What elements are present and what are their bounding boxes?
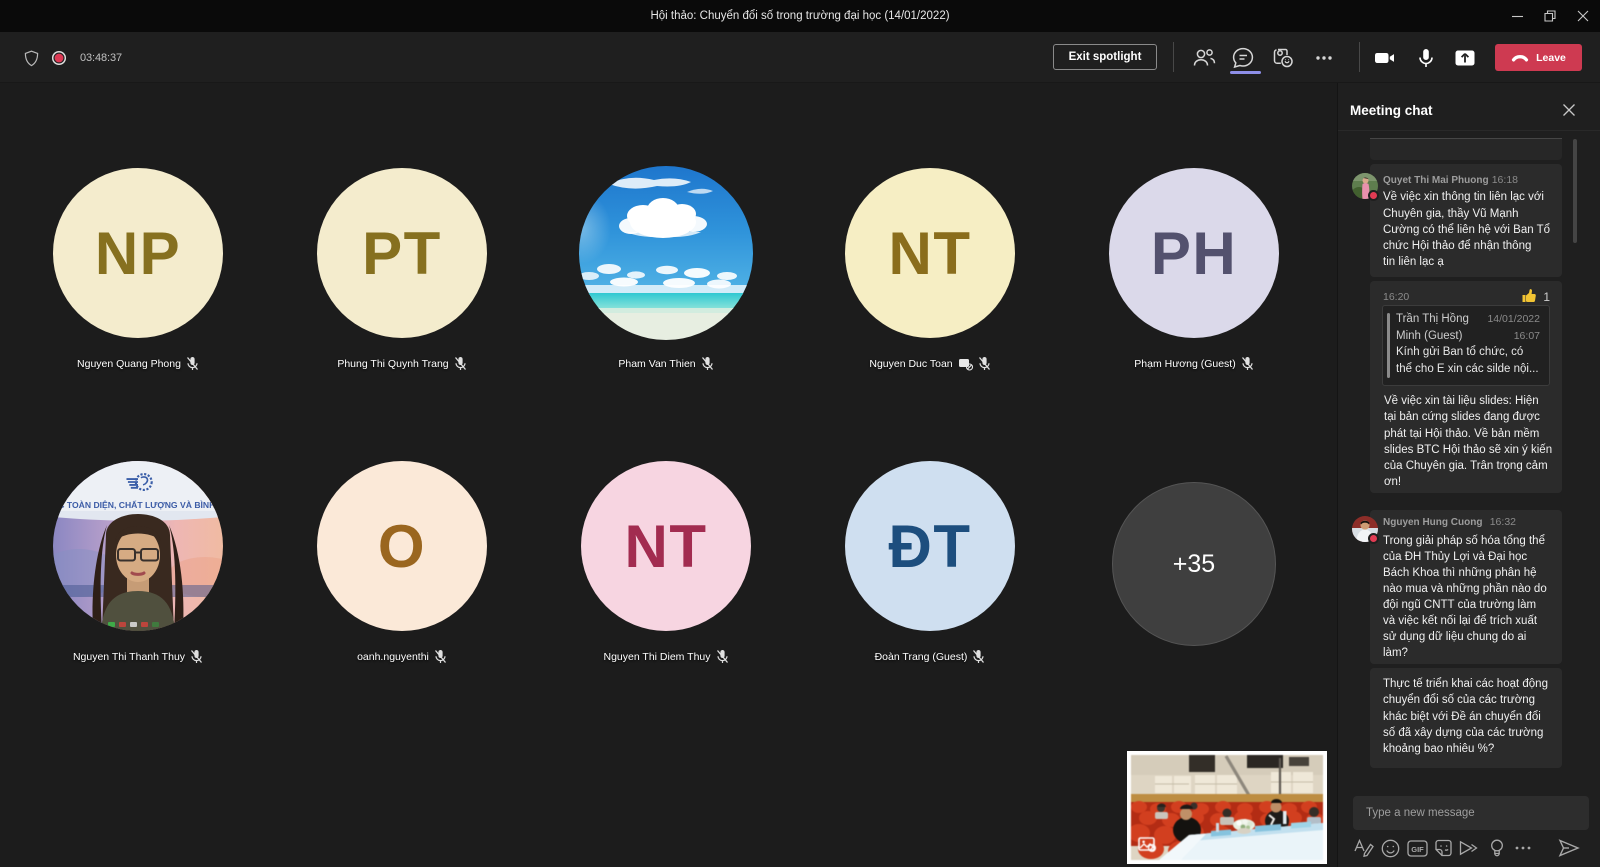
svg-text:ỤC TOÀN DIỆN, CHẤT LƯỢNG VÀ BÌ: ỤC TOÀN DIỆN, CHẤT LƯỢNG VÀ BÌNH N [53,499,223,510]
svg-text:GIF: GIF [1411,845,1424,854]
